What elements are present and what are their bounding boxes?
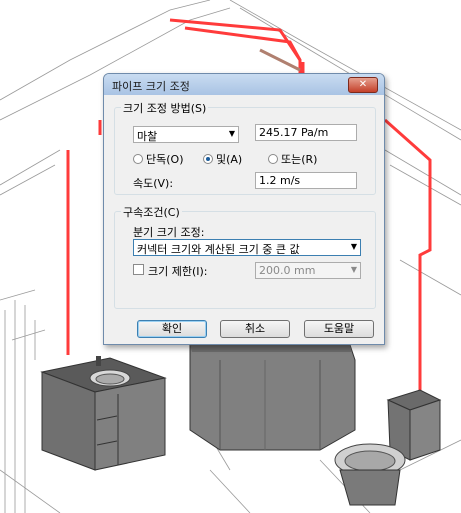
velocity-input[interactable]: 1.2 m/s xyxy=(255,172,357,189)
constraints-group: 구속조건(C) 분기 크기 조정: 커넥터 크기와 계산된 크기 중 큰 값 ▼… xyxy=(114,204,376,309)
radio-only-label: 단독(O) xyxy=(146,153,184,166)
dialog-title: 파이프 크기 조정 xyxy=(112,80,190,93)
radio-and-indicator xyxy=(203,154,213,164)
pipe-sizing-dialog: 파이프 크기 조정 ✕ 크기 조정 방법(S) 마찰 ▼ 245.17 Pa/m… xyxy=(103,73,385,345)
friction-input[interactable]: 245.17 Pa/m xyxy=(255,124,357,141)
vanity-cabinet xyxy=(40,356,167,471)
help-button[interactable]: 도움말 xyxy=(304,320,374,338)
dialog-titlebar[interactable]: 파이프 크기 조정 ✕ xyxy=(104,74,384,95)
radio-or-indicator xyxy=(268,154,278,164)
ok-button[interactable]: 확인 xyxy=(137,320,207,338)
radio-only[interactable]: 단독(O) xyxy=(133,151,183,167)
size-limit-checkbox[interactable] xyxy=(133,264,144,275)
close-button[interactable]: ✕ xyxy=(348,77,378,93)
chevron-down-icon: ▼ xyxy=(228,129,235,138)
radio-or[interactable]: 또는(R) xyxy=(268,151,317,167)
cancel-button[interactable]: 취소 xyxy=(220,320,290,338)
chevron-down-icon: ▼ xyxy=(350,265,357,274)
sizing-method-label: 크기 조정 방법(S) xyxy=(121,100,209,116)
velocity-label: 속도(V): xyxy=(133,177,174,190)
shower-fixture xyxy=(189,344,356,451)
size-limit-value: 200.0 mm xyxy=(259,264,316,277)
sizing-method-group: 크기 조정 방법(S) 마찰 ▼ 245.17 Pa/m 단독(O) 및(A) … xyxy=(114,100,376,195)
branch-sizing-value: 커넥터 크기와 계산된 크기 중 큰 값 xyxy=(137,243,300,256)
chevron-down-icon: ▼ xyxy=(350,242,357,251)
constraints-label: 구속조건(C) xyxy=(121,204,182,220)
size-limit-select[interactable]: 200.0 mm ▼ xyxy=(255,262,361,279)
close-icon: ✕ xyxy=(358,79,368,90)
branch-sizing-select[interactable]: 커넥터 크기와 계산된 크기 중 큰 값 ▼ xyxy=(133,239,361,256)
method-value: 마찰 xyxy=(137,130,158,143)
radio-or-label: 또는(R) xyxy=(281,153,318,166)
radio-and-label: 및(A) xyxy=(216,153,243,166)
radio-only-indicator xyxy=(133,154,143,164)
branch-sizing-label: 분기 크기 조정: xyxy=(133,226,205,239)
method-select[interactable]: 마찰 ▼ xyxy=(133,126,239,143)
size-limit-label: 크기 제한(I): xyxy=(148,265,208,278)
radio-and[interactable]: 및(A) xyxy=(203,151,242,167)
